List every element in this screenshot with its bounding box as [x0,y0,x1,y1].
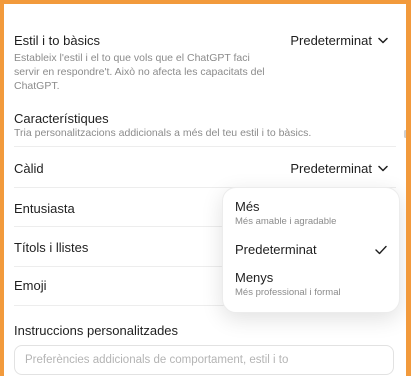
menu-option-less[interactable]: Menys Més professional i formal [235,270,387,298]
base-style-description-line: ChatGPT. [14,80,60,92]
personalization-panel: Estil i to bàsics Estableix l'estil i el… [4,4,406,376]
characteristics-title: Característiques [14,111,109,126]
menu-option-label: Menys [235,270,274,285]
base-style-select[interactable]: Predeterminat [290,33,388,48]
characteristics-description: Tria personalitzacions addicionals a més… [14,127,312,139]
chevron-down-icon [378,165,388,172]
custom-instructions-title: Instruccions personalitzades [14,323,179,338]
menu-option-description: Més amable i agradable [235,216,337,227]
divider [14,146,396,147]
menu-option-default[interactable]: Predeterminat [235,242,387,257]
chevron-down-icon [378,37,388,44]
custom-instructions-input[interactable]: Preferències addicionals de comportament… [14,345,394,375]
check-icon [375,242,387,260]
menu-option-label: Més [235,199,260,214]
scrollbar[interactable] [404,130,406,138]
base-style-description: Estableix l'estil i el to que vols que e… [14,51,265,93]
item-label-enthusiastic: Entusiasta [14,201,75,216]
base-style-description-line: servir en respondre't. Això no afecta le… [14,66,265,78]
item-label-warm: Càlid [14,161,44,176]
dropdown-menu: Més Més amable i agradable Predeterminat… [222,187,400,313]
base-style-title: Estil i to bàsics [14,33,100,48]
item-label-emoji: Emoji [14,278,47,293]
item-label-headers-lists: Títols i llistes [14,240,89,255]
base-style-description-line: Estableix l'estil i el to que vols que e… [14,52,250,64]
warm-value: Predeterminat [290,161,372,176]
menu-option-description: Més professional i formal [235,287,341,298]
warm-select[interactable]: Predeterminat [290,161,388,176]
base-style-value: Predeterminat [290,33,372,48]
menu-option-more[interactable]: Més Més amable i agradable [235,199,387,227]
menu-option-label: Predeterminat [235,242,317,257]
